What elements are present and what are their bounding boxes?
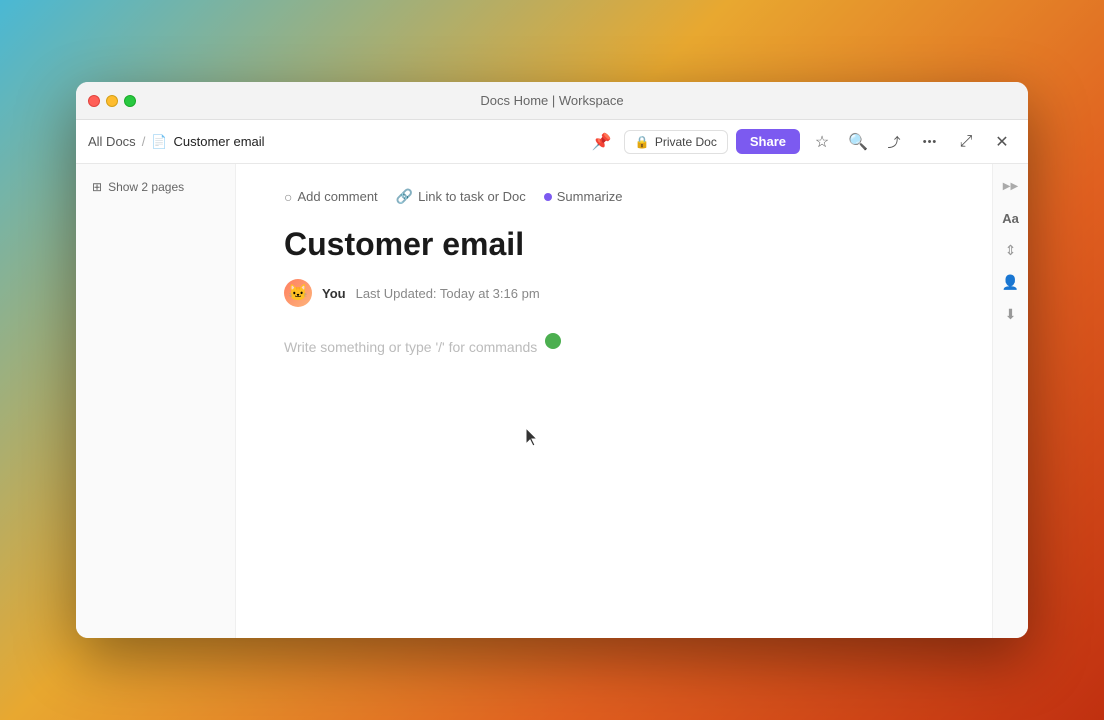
add-comment-label: Add comment	[297, 189, 377, 204]
close-doc-button[interactable]: ✕	[988, 128, 1016, 156]
breadcrumb-current-doc: Customer email	[174, 134, 265, 149]
editor-toolbar: ○ Add comment 🔗 Link to task or Doc Summ…	[284, 188, 944, 205]
titlebar-title: Docs Home | Workspace	[480, 93, 623, 108]
link-to-task-label: Link to task or Doc	[418, 189, 526, 204]
presence-indicator	[545, 333, 561, 349]
breadcrumb-all-docs[interactable]: All Docs	[88, 134, 136, 149]
avatar-emoji: 🐱	[288, 283, 308, 303]
maximize-button[interactable]	[124, 95, 136, 107]
more-options-button[interactable]: •••	[916, 128, 944, 156]
fullscreen-button[interactable]: ⤢	[952, 128, 980, 156]
close-icon: ✕	[995, 132, 1008, 152]
summarize-dot	[544, 193, 552, 201]
minimize-button[interactable]	[106, 95, 118, 107]
star-button[interactable]: ☆	[808, 128, 836, 156]
traffic-lights	[88, 95, 136, 107]
right-panel: ▶▶ Aa ⇕ 👤 ⬇	[992, 164, 1028, 638]
collaborators-icon: 👤	[1002, 274, 1019, 291]
app-window: Docs Home | Workspace All Docs / 📄 Custo…	[76, 82, 1028, 638]
avatar: 🐱	[284, 279, 312, 307]
breadcrumb-separator: /	[142, 134, 146, 149]
doc-author: You	[322, 286, 346, 301]
toolbar-pin-button[interactable]: 📌	[588, 128, 616, 156]
collapse-icon: ▶▶	[1003, 181, 1018, 192]
resize-icon: ⇕	[1005, 242, 1017, 259]
breadcrumb: All Docs / 📄 Customer email	[88, 134, 580, 150]
mouse-cursor	[526, 428, 542, 453]
fullscreen-icon: ⤢	[960, 133, 973, 151]
export-icon: ⤴	[887, 132, 900, 151]
main-area: ⊞ Show 2 pages ○ Add comment 🔗 Link to t…	[76, 164, 1028, 638]
comment-icon: ○	[284, 189, 292, 205]
add-comment-item[interactable]: ○ Add comment	[284, 189, 378, 205]
doc-title: Customer email	[284, 225, 944, 263]
search-button[interactable]: 🔍	[844, 128, 872, 156]
editor-placeholder[interactable]: Write something or type '/' for commands	[284, 339, 537, 355]
pin-icon: 📌	[592, 132, 612, 152]
toolbar-actions: 📌 🔒 Private Doc Share ☆ 🔍 ⤴ ••• ⤢	[588, 128, 1016, 156]
search-icon: 🔍	[848, 132, 868, 152]
editor-area[interactable]: ○ Add comment 🔗 Link to task or Doc Summ…	[236, 164, 992, 638]
private-doc-label: Private Doc	[655, 135, 717, 149]
link-to-task-item[interactable]: 🔗 Link to task or Doc	[396, 188, 526, 205]
lock-icon: 🔒	[635, 135, 650, 149]
doc-icon: 📄	[151, 134, 167, 150]
star-icon: ☆	[815, 132, 829, 152]
typography-icon: Aa	[1002, 211, 1019, 226]
right-panel-collapse[interactable]: ▶▶	[997, 172, 1025, 200]
close-button[interactable]	[88, 95, 100, 107]
export-button[interactable]: ⤴	[880, 128, 908, 156]
private-doc-button[interactable]: 🔒 Private Doc	[624, 130, 728, 154]
share-button[interactable]: Share	[736, 129, 800, 154]
right-panel-resize[interactable]: ⇕	[997, 236, 1025, 264]
titlebar: Docs Home | Workspace	[76, 82, 1028, 120]
right-panel-download[interactable]: ⬇	[997, 300, 1025, 328]
summarize-item[interactable]: Summarize	[544, 189, 623, 204]
show-pages-button[interactable]: ⊞ Show 2 pages	[86, 176, 190, 198]
right-panel-collaborators[interactable]: 👤	[997, 268, 1025, 296]
download-icon: ⬇	[1005, 306, 1017, 323]
show-pages-label: Show 2 pages	[108, 180, 184, 194]
link-icon: 🔗	[396, 188, 413, 205]
toolbar: All Docs / 📄 Customer email 📌 🔒 Private …	[76, 120, 1028, 164]
pages-icon: ⊞	[92, 180, 102, 194]
right-panel-typography[interactable]: Aa	[997, 204, 1025, 232]
doc-meta: 🐱 You Last Updated: Today at 3:16 pm	[284, 279, 944, 307]
more-icon: •••	[923, 136, 938, 148]
summarize-label: Summarize	[557, 189, 623, 204]
doc-last-updated: Last Updated: Today at 3:16 pm	[356, 286, 540, 301]
left-sidebar: ⊞ Show 2 pages	[76, 164, 236, 638]
